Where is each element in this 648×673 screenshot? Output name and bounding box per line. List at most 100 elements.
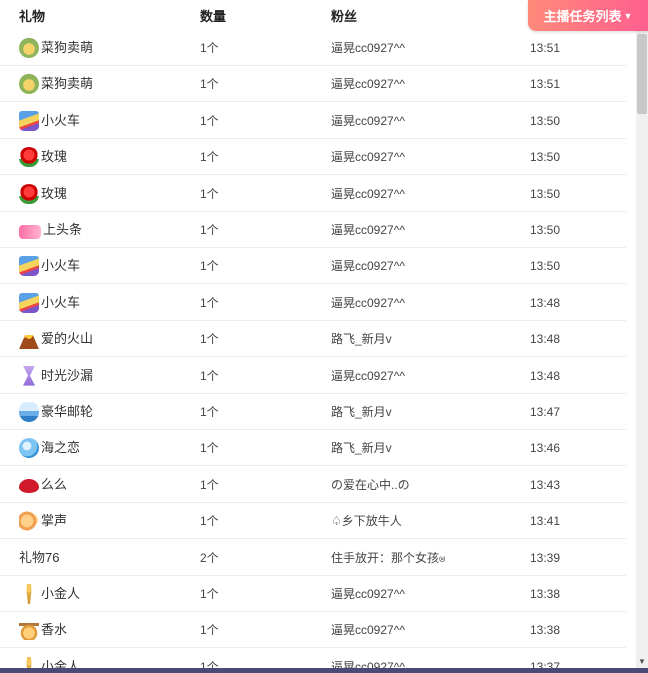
fan-cell: 逼晃cc0927^^ [331,223,405,237]
gift-name: 菜狗卖萌 [41,76,94,92]
time-cell: 13:46 [530,441,561,456]
time-cell: 13:50 [530,150,561,165]
streamer-task-list-button[interactable]: 主播任务列表 ▼ [528,0,648,31]
table-row: 菜狗卖萌 1个 逼晃cc0927^^ 13:51 [0,30,626,66]
headline-icon [19,224,41,239]
fan-cell: 逼晃cc0927^^ [331,186,405,201]
gift-cell: 小火车 [19,103,80,139]
header-quantity: 数量 [200,9,227,24]
quantity-cell: 1个 [200,186,219,201]
gift-name: 玫瑰 [41,185,68,201]
ship-icon [19,402,39,422]
gift-name: 掌声 [41,513,68,529]
quantity-cell: 1个 [200,514,219,529]
rose-icon [19,147,39,168]
quantity-cell: 1个 [200,441,219,456]
gift-name: 小火车 [41,294,81,310]
fan-cell: 逼晃cc0927^^ [331,295,405,310]
gift-cell: 香水 [19,612,67,648]
time-cell: 13:47 [530,405,561,419]
gift-name: 爱的火山 [41,331,94,347]
gift-name: 玫瑰 [41,149,68,165]
volcano-icon [19,335,39,350]
bottom-edge-bar [0,668,648,673]
header-gift: 礼物 [19,9,46,24]
gift-name: 香水 [41,622,68,638]
gift-cell: 菜狗卖萌 [19,66,93,102]
gift-cell: 玫瑰 [19,139,67,175]
chevron-down-icon: ▼ [623,10,633,21]
time-cell: 13:51 [530,77,561,92]
gift-name: 海之恋 [41,440,81,456]
time-cell: 13:48 [530,368,561,383]
quantity-cell: 2个 [200,550,219,565]
table-row: 掌声 1个 ♤乡下放牛人 13:41 [0,503,626,540]
quantity-cell: 1个 [200,332,219,347]
fan-cell: 住手放开：那个女孩ၑ [331,550,446,565]
table-row: 香水 1个 逼晃cc0927^^ 13:38 [0,612,626,649]
table-row: 小火车 1个 逼晃cc0927^^ 13:48 [0,285,626,321]
sea-icon [19,438,39,459]
train-icon [19,292,39,313]
time-cell: 13:50 [530,113,561,128]
quantity-cell: 1个 [200,77,219,92]
gift-cell: 礼物76 [19,540,59,576]
gift-name: 小火车 [41,112,81,128]
gift-cell: 玫瑰 [19,176,67,212]
gift-cell: 时光沙漏 [19,358,93,394]
time-cell: 13:51 [530,41,561,55]
fan-cell: 路飞_新月v [331,405,392,419]
gift-cell: 小火车 [19,248,80,284]
time-cell: 13:43 [530,477,561,492]
gift-name: 小火车 [41,258,81,274]
quantity-cell: 1个 [200,259,219,274]
table-row: 礼物76 2个 住手放开：那个女孩ၑ 13:39 [0,540,626,576]
time-cell: 13:48 [530,295,561,310]
task-button-label: 主播任务列表 [543,9,622,24]
scroll-down-arrow-icon[interactable]: ▼ [638,658,646,666]
quantity-cell: 1个 [200,295,219,310]
fan-cell: 逼晃cc0927^^ [331,623,405,638]
fan-cell: 逼晃cc0927^^ [331,368,405,383]
quantity-cell: 1个 [200,223,219,237]
header-fan: 粉丝 [331,9,358,24]
fan-cell: 逼晃cc0927^^ [331,659,405,668]
goldman-icon [26,656,32,668]
time-cell: 13:38 [530,623,561,638]
gift-name: 豪华邮轮 [41,404,94,419]
table-row: 海之恋 1个 路飞_新月v 13:46 [0,430,626,467]
gift-name: 礼物76 [19,549,60,565]
table-row: 时光沙漏 1个 逼晃cc0927^^ 13:48 [0,358,626,394]
quantity-cell: 1个 [200,150,219,165]
train-icon [19,256,39,277]
quantity-cell: 1个 [200,623,219,638]
fan-cell: 逼晃cc0927^^ [331,113,405,128]
gift-name: 菜狗卖萌 [41,40,94,55]
time-cell: 13:37 [530,659,561,668]
hourglass-icon [23,365,35,386]
gift-name: 小金人 [41,658,81,668]
table-row: 上头条 1个 逼晃cc0927^^ 13:50 [0,212,626,248]
quantity-cell: 1个 [200,477,219,492]
clap-icon [19,511,39,532]
table-row: 豪华邮轮 1个 路飞_新月v 13:47 [0,394,626,430]
rose-icon [19,183,39,204]
gift-cell: 上头条 [19,212,82,248]
time-cell: 13:50 [530,223,561,237]
fan-cell: 逼晃cc0927^^ [331,587,405,601]
fan-cell: 逼晃cc0927^^ [331,150,405,165]
table-row: 爱的火山 1个 路飞_新月v 13:48 [0,321,626,358]
vertical-scrollbar[interactable]: ▼ [636,0,648,668]
fan-cell: 逼晃cc0927^^ [331,259,405,274]
gift-cell: 菜狗卖萌 [19,30,93,66]
fan-cell: 逼晃cc0927^^ [331,77,405,92]
gift-cell: 掌声 [19,503,67,539]
table-row: 小金人 1个 逼晃cc0927^^ 13:38 [0,576,626,612]
goldman-icon [26,584,32,604]
gift-cell: 小火车 [19,285,80,321]
dog-icon [19,38,39,58]
fan-cell: 路飞_新月v [331,441,392,456]
quantity-cell: 1个 [200,405,219,419]
scrollbar-thumb[interactable] [637,34,647,114]
time-cell: 13:50 [530,186,561,201]
